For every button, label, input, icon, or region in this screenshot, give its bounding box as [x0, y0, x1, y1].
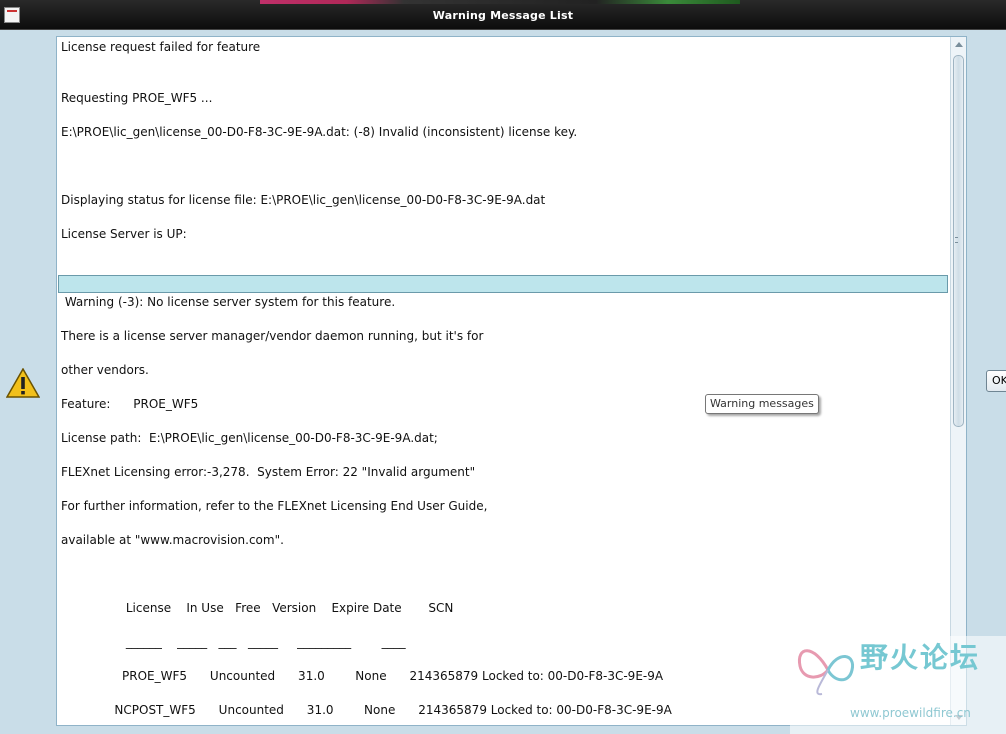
message-line[interactable]: ______ _____ ___ _____ _________ ____	[61, 632, 406, 652]
scrollbar-grip-icon	[955, 237, 958, 243]
message-list-panel: License request failed for feature Reques…	[56, 36, 967, 726]
message-list[interactable]: License request failed for feature Reques…	[57, 37, 950, 725]
title-bar[interactable]: Warning Message List	[0, 0, 1006, 30]
warning-triangle-icon	[6, 368, 40, 398]
vertical-scrollbar[interactable]	[950, 37, 966, 725]
message-line[interactable]: For further information, refer to the FL…	[61, 496, 487, 516]
message-line[interactable]: E:\PROE\lic_gen\license_00-D0-F8-3C-9E-9…	[61, 122, 577, 142]
message-line[interactable]: There is a license server manager/vendor…	[61, 326, 483, 346]
message-line[interactable]: NCPOST_WF5 Uncounted 31.0 None 214365879…	[61, 700, 671, 720]
background-window-strip	[260, 0, 740, 4]
message-line[interactable]: Displaying status for license file: E:\P…	[61, 190, 545, 210]
scroll-up-arrow-icon[interactable]	[955, 42, 963, 47]
watermark-url: www.proewildfire.cn	[850, 706, 971, 720]
message-line[interactable]: License path: E:\PROE\lic_gen\license_00…	[61, 428, 438, 448]
message-line[interactable]: FLEXnet Licensing error:-3,278. System E…	[61, 462, 475, 482]
warning-message-window: License request failed for feature Reques…	[0, 30, 1006, 734]
ok-button[interactable]: OK	[986, 370, 1006, 392]
selected-message-row[interactable]	[58, 275, 948, 293]
message-line[interactable]: available at "www.macrovision.com".	[61, 530, 284, 550]
warning-messages-tooltip: Warning messages	[705, 394, 819, 414]
watermark: 野火论坛 www.proewildfire.cn	[790, 636, 1006, 734]
message-line[interactable]: Feature: PROE_WF5	[61, 394, 198, 414]
message-line[interactable]: License Server is UP:	[61, 224, 187, 244]
message-line[interactable]: License In Use Free Version Expire Date …	[61, 598, 453, 618]
message-line[interactable]: other vendors.	[61, 360, 149, 380]
message-line[interactable]: PROE_WF5 Uncounted 31.0 None 214365879 L…	[61, 666, 663, 686]
message-line[interactable]: Warning (-3): No license server system f…	[61, 292, 395, 312]
message-line[interactable]: License request failed for feature	[61, 37, 260, 57]
butterfly-logo-icon	[797, 649, 855, 696]
watermark-title: 野火论坛	[860, 641, 981, 674]
message-line[interactable]: Requesting PROE_WF5 ...	[61, 88, 212, 108]
window-title: Warning Message List	[432, 9, 574, 22]
